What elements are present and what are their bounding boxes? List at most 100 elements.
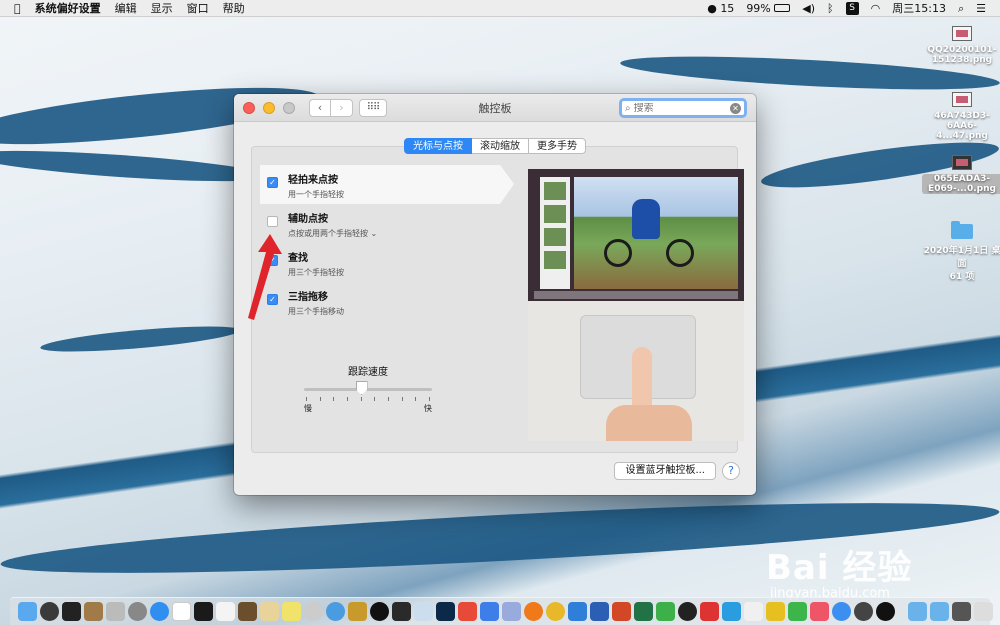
checkbox-secondary-click[interactable] (267, 216, 278, 227)
activity-monitor-icon[interactable] (194, 602, 213, 621)
mail-app-icon[interactable] (568, 602, 587, 621)
qq-status[interactable]: ● 15 (707, 2, 734, 15)
finder-icon[interactable] (18, 602, 37, 621)
tracking-speed-slider[interactable] (304, 381, 432, 395)
wechat-icon[interactable] (656, 602, 675, 621)
media-player-icon[interactable] (722, 602, 741, 621)
desktop-file-1[interactable]: QQ20200101-151238.png (922, 26, 1000, 65)
yellow-app-icon[interactable] (766, 602, 785, 621)
firefox-icon[interactable] (524, 602, 543, 621)
tab-scroll-zoom[interactable]: 滚动缩放 (472, 138, 529, 154)
iqiyi-icon[interactable] (788, 602, 807, 621)
powerpoint-icon[interactable] (612, 602, 631, 621)
battery-status[interactable]: 99% (746, 2, 791, 15)
close-window-button[interactable] (243, 101, 255, 114)
photos-icon[interactable] (282, 602, 301, 621)
disk-utility-icon[interactable] (304, 602, 323, 621)
trash-icon[interactable] (974, 602, 993, 621)
option-look-up[interactable]: ✓ 查找 用三个手指轻按 (260, 243, 500, 282)
word-icon[interactable] (590, 602, 609, 621)
book-icon[interactable] (238, 602, 257, 621)
desktop-file-label: 46A743D3-6AA6-4...47.png (934, 111, 990, 141)
menu-edit[interactable]: 编辑 (115, 0, 137, 16)
excel-icon[interactable] (634, 602, 653, 621)
zoom-window-button[interactable] (283, 101, 295, 114)
chess-icon[interactable] (348, 602, 367, 621)
option-subtitle[interactable]: 点按或用两个手指轻按 ⌄ (288, 228, 500, 239)
final-cut-icon[interactable] (392, 602, 411, 621)
desktop-folder[interactable]: 2020年1月1日 桌面 61 项 (922, 221, 1000, 282)
help-button[interactable]: ? (722, 462, 740, 480)
notification-list-icon[interactable]: ☰ (976, 3, 986, 14)
preview-app-icon[interactable] (106, 602, 125, 621)
clock-app-icon[interactable] (854, 602, 873, 621)
volume-icon[interactable]: ◀) (802, 3, 815, 14)
menu-bar:  系统偏好设置 编辑 显示 窗口 帮助 ● 15 99% ◀) ᛒ S ◠ 周… (0, 0, 1000, 17)
battery-icon (774, 4, 791, 12)
finder-window-icon[interactable] (502, 602, 521, 621)
bluetooth-icon[interactable]: ᛒ (827, 3, 834, 14)
screen-app-icon[interactable] (810, 602, 829, 621)
qq-icon[interactable] (678, 602, 697, 621)
app-s-icon[interactable]: S (845, 1, 859, 15)
image-file-icon (952, 155, 972, 170)
forward-button[interactable]: › (331, 98, 353, 117)
airplane-app-icon[interactable] (414, 602, 433, 621)
wps-icon[interactable] (480, 602, 499, 621)
downloads-folder-icon[interactable] (952, 602, 971, 621)
menu-clock[interactable]: 周三15:13 (892, 0, 946, 16)
show-all-button[interactable]: ⠿⠿ (359, 98, 387, 117)
launchpad-icon[interactable] (40, 602, 59, 621)
documents-folder-icon[interactable] (930, 602, 949, 621)
option-tap-to-click[interactable]: ✓ 轻拍来点按 用一个手指轻按 (260, 165, 500, 204)
menu-help[interactable]: 帮助 (223, 0, 245, 16)
slider-thumb[interactable] (355, 381, 368, 395)
stickies-icon[interactable] (260, 602, 279, 621)
textedit-icon[interactable] (216, 602, 235, 621)
option-three-finger-drag[interactable]: ✓ 三指拖移 用三个手指移动 (260, 282, 500, 321)
menu-window[interactable]: 窗口 (187, 0, 209, 16)
netease-icon[interactable] (700, 602, 719, 621)
applications-folder-icon[interactable] (908, 602, 927, 621)
menu-app-name[interactable]: 系统偏好设置 (35, 0, 101, 16)
grid-icon: ⠿⠿ (366, 102, 381, 113)
baidu-netdisk-icon[interactable] (832, 602, 851, 621)
wifi-icon[interactable]: ◠ (871, 3, 881, 14)
pdf-app-icon[interactable] (458, 602, 477, 621)
checkbox-tap-to-click[interactable]: ✓ (267, 177, 278, 188)
qq-alt-icon[interactable] (876, 602, 895, 621)
search-icon: ⌕ (625, 102, 631, 114)
tab-more-gestures[interactable]: 更多手势 (529, 138, 586, 154)
search-input[interactable] (633, 102, 724, 114)
notes-app-icon[interactable] (84, 602, 103, 621)
option-secondary-click[interactable]: 辅助点按 点按或用两个手指轻按 ⌄ (260, 204, 500, 243)
clear-search-icon[interactable]: ✕ (730, 102, 741, 114)
clipboard-icon[interactable] (744, 602, 763, 621)
tab-bar: 光标与点按 滚动缩放 更多手势 (234, 138, 756, 154)
spotlight-icon[interactable]: ⌕ (958, 3, 964, 14)
folder-icon (951, 221, 973, 239)
quicktime-icon[interactable] (370, 602, 389, 621)
speed-fast-label: 快 (424, 404, 432, 413)
menu-view[interactable]: 显示 (151, 0, 173, 16)
search-field[interactable]: ⌕ ✕ (619, 98, 747, 118)
speed-slow-label: 慢 (304, 404, 312, 413)
setup-bluetooth-trackpad-button[interactable]: 设置蓝牙触控板... (614, 462, 716, 480)
tab-point-click[interactable]: 光标与点按 (404, 138, 472, 154)
photoshop-icon[interactable] (436, 602, 455, 621)
terminal-icon[interactable] (62, 602, 81, 621)
finder-helper-icon[interactable] (326, 602, 345, 621)
desktop-file-2[interactable]: 46A743D3-6AA6-4...47.png (922, 92, 1000, 141)
chrome-icon[interactable] (546, 602, 565, 621)
gesture-preview-video (528, 169, 744, 441)
system-preferences-icon[interactable] (128, 602, 147, 621)
watermark-brand: Bai 经验 (766, 548, 913, 588)
back-button[interactable]: ‹ (309, 98, 331, 117)
image-file-icon (952, 92, 972, 107)
app-store-icon[interactable] (150, 602, 169, 621)
dock (10, 597, 993, 625)
desktop-file-3[interactable]: 065EADA3-E069-...0.png (922, 155, 1000, 194)
calendar-icon[interactable] (172, 602, 191, 621)
apple-menu-icon[interactable]:  (14, 3, 21, 14)
minimize-window-button[interactable] (263, 101, 275, 114)
